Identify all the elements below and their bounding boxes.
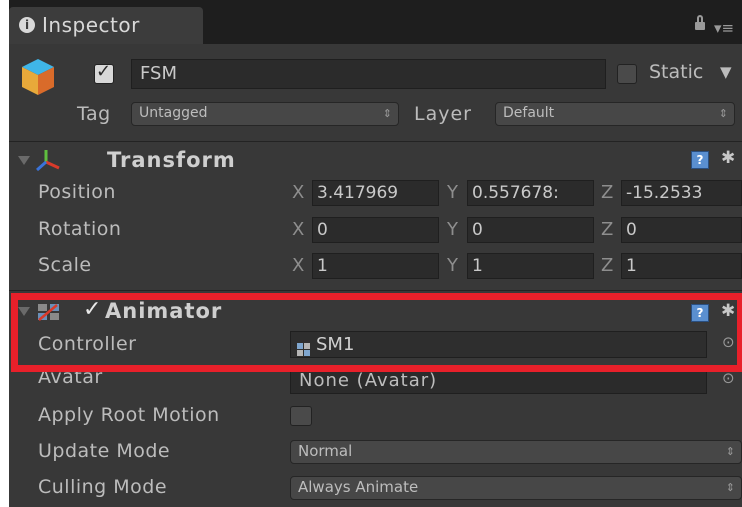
culling-mode-label: Culling Mode (38, 476, 168, 498)
update-mode-dropdown[interactable]: Normal ⇕ (290, 440, 742, 464)
info-icon: i (19, 17, 35, 33)
transform-title: Transform (107, 148, 236, 172)
tag-dropdown[interactable]: Untagged ⇕ (131, 102, 399, 126)
object-name-input[interactable]: FSM (131, 59, 606, 89)
rotation-z-field[interactable]: 0 (621, 217, 742, 243)
rotation-x-axis: X (292, 219, 305, 240)
tag-label: Tag (77, 103, 111, 125)
scale-x-field[interactable]: 1 (312, 253, 439, 279)
dropdown-arrows-icon: ⇕ (718, 107, 728, 120)
highlight-box (11, 293, 742, 372)
tab-inspector[interactable]: i Inspector (9, 7, 203, 44)
transform-icon (35, 147, 61, 173)
dropdown-arrows-icon: ⇕ (725, 481, 735, 494)
scale-z-field[interactable]: 1 (621, 253, 742, 279)
scale-y-axis: Y (447, 255, 458, 276)
divider (9, 141, 742, 142)
layer-label: Layer (414, 103, 472, 125)
position-z-axis: Z (601, 182, 614, 203)
checkmark-icon: ✓ (96, 61, 112, 82)
tag-value: Untagged (139, 105, 208, 121)
help-icon[interactable]: ? (691, 151, 709, 169)
culling-mode-dropdown[interactable]: Always Animate ⇕ (290, 476, 742, 500)
dropdown-arrows-icon: ⇕ (382, 107, 392, 120)
position-x-field[interactable]: 3.417969 (312, 180, 439, 206)
static-label: Static (649, 61, 704, 83)
apply-root-motion-checkbox[interactable] (290, 406, 312, 426)
layer-value: Default (503, 105, 555, 121)
layer-dropdown[interactable]: Default ⇕ (495, 102, 735, 126)
gameobject-cube-icon (20, 57, 56, 97)
culling-mode-value: Always Animate (298, 478, 419, 496)
rotation-y-field[interactable]: 0 (467, 217, 594, 243)
position-z-field[interactable]: -15.2533 (621, 180, 742, 206)
scale-z-axis: Z (601, 255, 614, 276)
update-mode-label: Update Mode (38, 440, 171, 462)
rotation-label: Rotation (38, 218, 122, 240)
rotation-z-axis: Z (601, 219, 614, 240)
position-label: Position (38, 181, 116, 203)
transform-foldout-arrow-icon[interactable] (18, 156, 30, 165)
scale-label: Scale (38, 254, 92, 276)
position-x-axis: X (292, 182, 305, 203)
tab-title: Inspector (42, 13, 140, 37)
divider (9, 290, 742, 291)
rotation-x-field[interactable]: 0 (312, 217, 439, 243)
inspector-panel: i Inspector ▾≡ ✓ FSM Static ▼ Tag Untagg… (9, 0, 742, 507)
active-checkbox[interactable]: ✓ (94, 61, 114, 84)
dropdown-arrows-icon: ⇕ (725, 445, 735, 458)
scale-x-axis: X (292, 255, 305, 276)
avatar-cover (9, 372, 742, 382)
scale-y-field[interactable]: 1 (467, 253, 594, 279)
apply-root-motion-label: Apply Root Motion (38, 404, 220, 426)
tab-menu-icon[interactable]: ▾≡ (714, 19, 734, 37)
lock-icon[interactable] (695, 22, 705, 30)
static-dropdown-icon[interactable]: ▼ (720, 63, 732, 81)
position-y-axis: Y (447, 182, 458, 203)
static-checkbox[interactable] (617, 64, 637, 84)
gear-icon[interactable]: ✱ (721, 148, 735, 168)
position-y-field[interactable]: 0.557678: (467, 180, 594, 206)
rotation-y-axis: Y (447, 219, 458, 240)
lock-icon-shackle (697, 15, 703, 22)
update-mode-value: Normal (298, 442, 353, 460)
